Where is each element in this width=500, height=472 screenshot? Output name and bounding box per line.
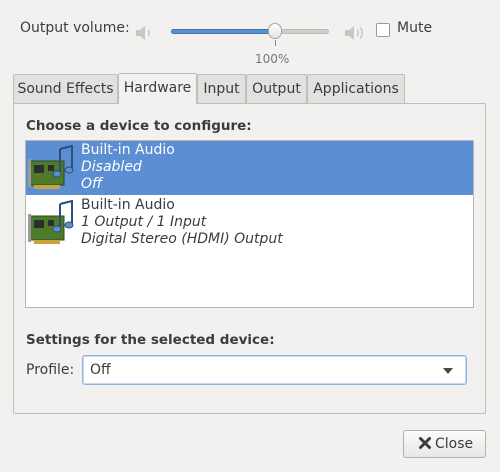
volume-100-label: 100% [255,52,290,66]
device-name: Built-in Audio [81,197,175,213]
device-status: 1 Output / 1 Input [81,214,207,230]
sound-card-icon [28,145,74,189]
profile-label: Profile: [26,362,75,378]
device-profile: Digital Stereo (HDMI) Output [81,231,283,247]
volume-slider-fill [171,29,275,34]
device-row-1[interactable]: Built-in Audio Disabled Off [26,141,473,195]
sound-card-icon [28,200,74,244]
volume-100-tick [275,40,276,46]
settings-heading: Settings for the selected device: [26,332,275,348]
tab-applications[interactable]: Applications [307,74,405,103]
choose-device-heading: Choose a device to configure: [26,118,252,134]
mute-label[interactable]: Mute [397,20,432,36]
profile-value: Off [90,362,111,378]
output-volume-label: Output volume: [20,20,130,36]
mute-checkbox[interactable] [376,23,390,37]
device-profile: Off [81,176,103,192]
device-name: Built-in Audio [81,142,175,158]
profile-select[interactable] [82,355,467,385]
device-status: Disabled [81,159,142,175]
device-row-2[interactable]: Built-in Audio 1 Output / 1 Input Digita… [26,196,473,250]
tab-hardware[interactable]: Hardware [118,73,197,104]
close-icon [419,437,431,449]
volume-slider-handle[interactable] [268,23,282,39]
close-button-label: Close [435,436,474,452]
chevron-down-icon [443,368,453,374]
tab-output[interactable]: Output [246,74,307,103]
tab-input[interactable]: Input [197,74,246,103]
speaker-low-icon [136,26,150,40]
speaker-high-icon [345,26,363,40]
tab-sound-effects[interactable]: Sound Effects [13,74,118,103]
